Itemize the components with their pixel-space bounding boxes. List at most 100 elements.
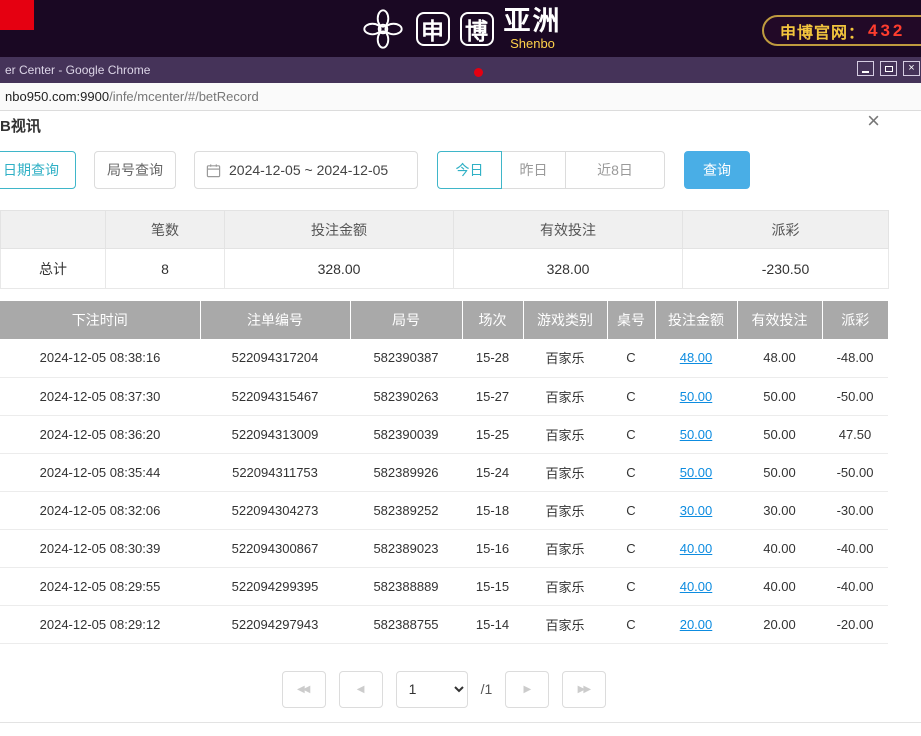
section-close-icon[interactable]: ×	[867, 110, 880, 132]
cell-game-type: 百家乐	[523, 453, 607, 491]
round-query-tab[interactable]: 局号查询	[94, 151, 176, 189]
last-page-button[interactable]: ▶▶	[562, 671, 606, 708]
quick-today-button[interactable]: 今日	[437, 151, 502, 189]
cell-bet-amount: 30.00	[655, 491, 737, 529]
brand-logo: 申 博 亚洲 Shenbo	[360, 6, 562, 52]
cell-payout: -50.00	[822, 377, 888, 415]
bet-amount-link[interactable]: 20.00	[680, 617, 713, 632]
cell-bet-time: 2024-12-05 08:37:30	[0, 377, 200, 415]
cell-game-type: 百家乐	[523, 567, 607, 605]
cell-order-no: 522094311753	[200, 453, 350, 491]
close-icon: ×	[908, 63, 914, 74]
red-dot	[474, 68, 483, 77]
cell-bet-time: 2024-12-05 08:35:44	[0, 453, 200, 491]
cell-session: 15-25	[462, 415, 523, 453]
bet-records-table: 下注时间 注单编号 局号 场次 游戏类别 桌号 投注金额 有效投注 派彩 202…	[0, 301, 888, 644]
cell-session: 15-16	[462, 529, 523, 567]
date-range-input[interactable]: 2024-12-05 ~ 2024-12-05	[194, 151, 418, 189]
summary-table: 笔数 投注金额 有效投注 派彩 总计 8 328.00 328.00 -230.…	[0, 210, 889, 289]
search-button[interactable]: 查询	[684, 151, 750, 189]
bet-amount-link[interactable]: 48.00	[680, 350, 713, 365]
cell-round-no: 582390263	[350, 377, 462, 415]
cell-bet-amount: 40.00	[655, 567, 737, 605]
summary-valid-bet: 328.00	[454, 249, 683, 289]
section-head: B视讯 ×	[0, 113, 921, 145]
cell-game-type: 百家乐	[523, 529, 607, 567]
section-title: B视讯	[0, 115, 41, 136]
official-site-label: 申博官网：	[780, 19, 865, 43]
cell-bet-time: 2024-12-05 08:38:16	[0, 339, 200, 377]
bet-amount-link[interactable]: 50.00	[680, 427, 713, 442]
close-button[interactable]: ×	[903, 61, 920, 76]
page-select[interactable]: 1	[396, 671, 468, 708]
cell-payout: -48.00	[822, 339, 888, 377]
table-row: 2024-12-05 08:35:44 522094311753 5823899…	[0, 453, 888, 491]
table-row: 2024-12-05 08:29:55 522094299395 5823888…	[0, 567, 888, 605]
pagination: ◀◀ ◀ 1 /1 ▶ ▶▶	[0, 671, 888, 708]
cell-table-no: C	[607, 605, 655, 643]
url-domain: nbo950.com:9900	[5, 89, 109, 104]
col-header-session: 场次	[462, 301, 523, 339]
site-header: 申 博 亚洲 Shenbo 申博官网： 432	[0, 0, 921, 57]
col-header-round-no: 局号	[350, 301, 462, 339]
cell-bet-amount: 50.00	[655, 377, 737, 415]
cell-game-type: 百家乐	[523, 605, 607, 643]
cell-valid-bet: 30.00	[737, 491, 822, 529]
cell-session: 15-18	[462, 491, 523, 529]
date-range-value: 2024-12-05 ~ 2024-12-05	[229, 162, 388, 178]
cell-order-no: 522094300867	[200, 529, 350, 567]
cell-bet-amount: 50.00	[655, 453, 737, 491]
bet-amount-link[interactable]: 50.00	[680, 465, 713, 480]
maximize-button[interactable]	[880, 61, 897, 76]
bet-amount-link[interactable]: 40.00	[680, 541, 713, 556]
cell-payout: 47.50	[822, 415, 888, 453]
bet-amount-link[interactable]: 50.00	[680, 389, 713, 404]
logo-char-box-shen: 申	[416, 12, 450, 46]
url-path: /infe/mcenter/#/betRecord	[109, 89, 259, 104]
table-row: 2024-12-05 08:36:20 522094313009 5823900…	[0, 415, 888, 453]
cell-table-no: C	[607, 491, 655, 529]
cell-order-no: 522094304273	[200, 491, 350, 529]
cell-bet-time: 2024-12-05 08:29:55	[0, 567, 200, 605]
brand-region-block: 亚洲 Shenbo	[504, 8, 562, 50]
official-site-pill[interactable]: 申博官网： 432	[762, 15, 921, 46]
cell-session: 15-24	[462, 453, 523, 491]
cell-valid-bet: 20.00	[737, 605, 822, 643]
cell-bet-amount: 48.00	[655, 339, 737, 377]
cell-round-no: 582388889	[350, 567, 462, 605]
date-query-tab[interactable]: 日期查询	[0, 151, 76, 189]
quick-yesterday-button[interactable]: 昨日	[501, 151, 566, 189]
cell-session: 15-28	[462, 339, 523, 377]
cell-session: 15-15	[462, 567, 523, 605]
cell-session: 15-14	[462, 605, 523, 643]
bet-amount-link[interactable]: 30.00	[680, 503, 713, 518]
first-page-button[interactable]: ◀◀	[282, 671, 326, 708]
summary-header-bet: 投注金额	[225, 211, 454, 249]
cell-valid-bet: 50.00	[737, 377, 822, 415]
cell-valid-bet: 50.00	[737, 453, 822, 491]
bet-amount-link[interactable]: 40.00	[680, 579, 713, 594]
cell-round-no: 582389252	[350, 491, 462, 529]
minimize-button[interactable]	[857, 61, 874, 76]
cell-valid-bet: 50.00	[737, 415, 822, 453]
cell-round-no: 582390039	[350, 415, 462, 453]
cell-bet-time: 2024-12-05 08:29:12	[0, 605, 200, 643]
prev-page-button[interactable]: ◀	[339, 671, 383, 708]
quick-last8days-button[interactable]: 近8日	[565, 151, 665, 189]
summary-header-blank	[1, 211, 106, 249]
cell-round-no: 582389926	[350, 453, 462, 491]
logo-char-bo: 博	[465, 12, 488, 46]
cell-order-no: 522094317204	[200, 339, 350, 377]
table-row: 2024-12-05 08:30:39 522094300867 5823890…	[0, 529, 888, 567]
next-page-button[interactable]: ▶	[505, 671, 549, 708]
address-bar[interactable]: nbo950.com:9900/infe/mcenter/#/betRecord	[0, 83, 921, 111]
col-header-game-type: 游戏类别	[523, 301, 607, 339]
cell-bet-amount: 20.00	[655, 605, 737, 643]
summary-header-count: 笔数	[106, 211, 225, 249]
cell-order-no: 522094315467	[200, 377, 350, 415]
cell-round-no: 582389023	[350, 529, 462, 567]
window-title: er Center - Google Chrome	[5, 63, 150, 77]
filter-row: 日期查询 局号查询 2024-12-05 ~ 2024-12-05 今日 昨日 …	[0, 151, 921, 189]
cell-bet-time: 2024-12-05 08:36:20	[0, 415, 200, 453]
cell-game-type: 百家乐	[523, 415, 607, 453]
